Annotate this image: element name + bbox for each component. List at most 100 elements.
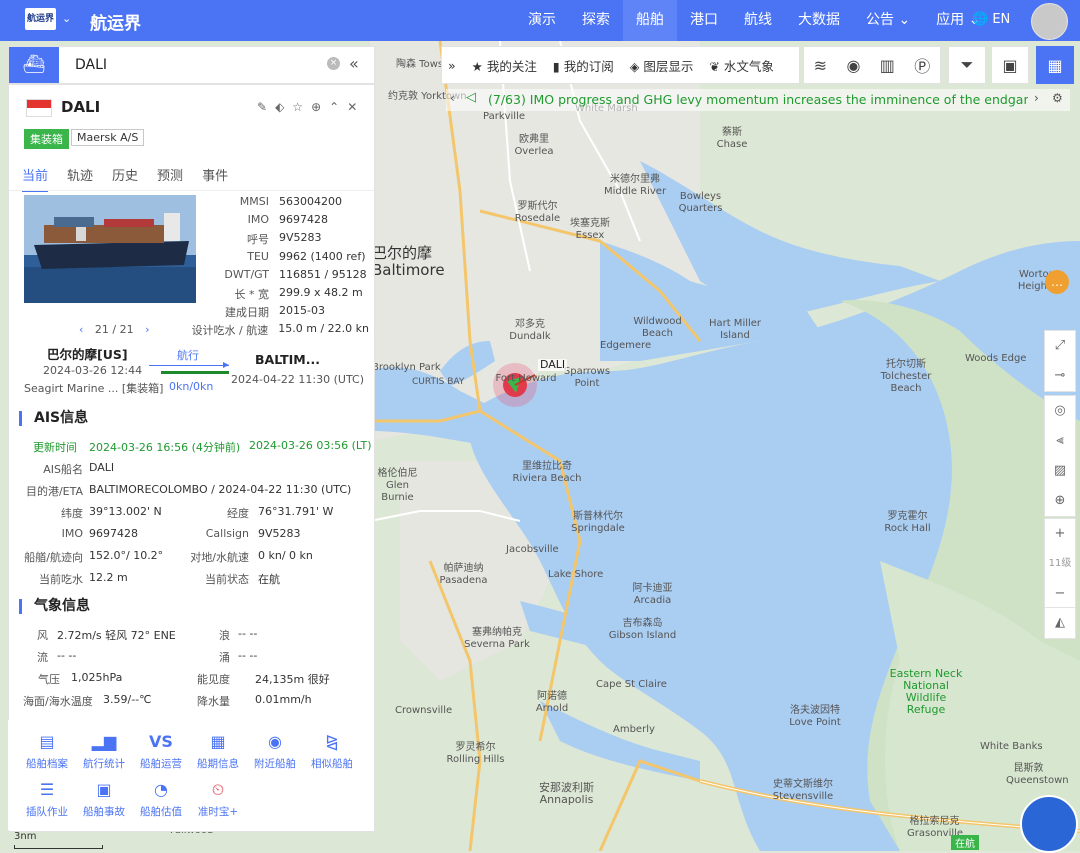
map-icon[interactable]: ▥ bbox=[880, 56, 895, 75]
nav-item-ports[interactable]: 港口 bbox=[677, 0, 731, 41]
record-icon[interactable]: ◉ bbox=[846, 56, 860, 75]
action-ship-accidents[interactable]: ▣ 船舶事故 bbox=[75, 780, 133, 819]
zoom-level: 11级 bbox=[1048, 558, 1072, 569]
map-label: 欧弗里 Overlea bbox=[514, 134, 554, 157]
map-label: 米德尔里弗 Middle River bbox=[603, 174, 667, 197]
action-nearby-ships[interactable]: ◉ 附近船舶 bbox=[246, 732, 304, 771]
briefcase-icon: ▣ bbox=[1002, 55, 1018, 75]
hydro-weather-button[interactable]: ❦ 水文气象 bbox=[701, 56, 781, 75]
weather-section-title: 气象信息 bbox=[19, 599, 90, 614]
nav-item-explore[interactable]: 探索 bbox=[569, 0, 623, 41]
map-label: 罗克霍尔 Rock Hall bbox=[884, 511, 931, 534]
voyage-status: 航行 bbox=[177, 349, 199, 362]
owner-badge[interactable]: Maersk A/S bbox=[71, 129, 145, 146]
toolbox-button[interactable]: ▣ bbox=[991, 46, 1029, 84]
ship-icon[interactable]: ⛴ bbox=[9, 47, 59, 83]
ship-photo[interactable] bbox=[24, 195, 196, 303]
ruler-icon[interactable]: ⫷ bbox=[1056, 426, 1063, 456]
stack-icon[interactable]: ◭ bbox=[1055, 608, 1065, 638]
chat-icon[interactable]: … bbox=[1045, 270, 1069, 294]
action-ship-archive[interactable]: ▤ 船舶档案 bbox=[18, 732, 76, 771]
avatar[interactable] bbox=[1031, 3, 1068, 40]
nav-item-bigdata[interactable]: 大数据 bbox=[785, 0, 853, 41]
map-tools-group: ≋ ◉ ▥ Ⓟ bbox=[803, 46, 941, 84]
news-ticker[interactable]: ‹ ◁ (7/63) IMO progress and GHG levy mom… bbox=[446, 89, 1070, 111]
parking-icon[interactable]: Ⓟ bbox=[914, 53, 930, 77]
destination-port[interactable]: BALTIM... bbox=[255, 352, 320, 367]
action-queue-ops[interactable]: ☰ 插队作业 bbox=[18, 780, 76, 819]
locate-icon[interactable]: ⊕ bbox=[311, 100, 321, 114]
ship-tabs: 当前 轨迹 历史 预测 事件 bbox=[22, 165, 247, 192]
bar-chart-icon: ▂▆ bbox=[91, 732, 117, 751]
ship-type-badge: 集装箱 bbox=[24, 129, 69, 149]
compass-icon: ◉ bbox=[268, 732, 282, 751]
tab-events[interactable]: 事件 bbox=[202, 165, 228, 192]
ais-row: 当前吃水 12.2 m 当前状态 在航 bbox=[39, 571, 280, 586]
spec-row: 长 * 宽 299.9 x 48.2 m bbox=[234, 285, 363, 301]
app-logo[interactable]: 航运界 bbox=[25, 8, 56, 30]
map-label: 罗斯代尔 Rosedale bbox=[514, 201, 561, 224]
tab-forecast[interactable]: 预测 bbox=[157, 165, 183, 192]
tab-track[interactable]: 轨迹 bbox=[67, 165, 93, 192]
spec-row: 设计吃水 / 航速 15.0 m / 22.0 kn bbox=[191, 322, 369, 338]
origin-time: 2024-03-26 12:44 bbox=[43, 364, 143, 377]
panda-mascot-icon[interactable] bbox=[1020, 795, 1078, 853]
nav-item-ships[interactable]: 船舶 bbox=[623, 0, 677, 41]
tab-current[interactable]: 当前 bbox=[22, 165, 49, 192]
close-icon[interactable]: ✕ bbox=[347, 100, 357, 114]
ticker-text[interactable]: (7/63) IMO progress and GHG levy momentu… bbox=[488, 92, 1028, 107]
map-label: 托尔切斯 Tolchester Beach bbox=[880, 359, 932, 394]
action-similar-ships[interactable]: ⧎ 相似船舶 bbox=[303, 732, 361, 771]
search-input[interactable] bbox=[73, 47, 317, 83]
filter-button[interactable]: ⏷ bbox=[948, 46, 986, 84]
map-label: White Banks bbox=[980, 741, 1043, 752]
action-on-time-plus[interactable]: ⏲ 准时宝+ bbox=[189, 780, 247, 819]
locate-icon[interactable]: ⊕ bbox=[1055, 486, 1066, 516]
action-ship-valuation[interactable]: ◔ 船舶估值 bbox=[132, 780, 190, 819]
tag-icon[interactable]: ⬖ bbox=[275, 100, 284, 114]
map-view-tools: ⤢ ⊸ bbox=[1044, 330, 1076, 392]
app-title: 航运界 bbox=[90, 14, 141, 34]
ship-map-label[interactable]: DALI bbox=[538, 359, 568, 371]
nav-item-routes[interactable]: 航线 bbox=[731, 0, 785, 41]
zoom-in-button[interactable]: + bbox=[1055, 519, 1066, 549]
expand-icon[interactable]: » bbox=[442, 58, 464, 73]
bookmark-icon: ▮ bbox=[552, 58, 560, 74]
next-photo-icon[interactable]: › bbox=[145, 323, 149, 336]
vs-icon: VS bbox=[149, 732, 173, 751]
action-schedule-info[interactable]: ▦ 船期信息 bbox=[189, 732, 247, 771]
origin-port[interactable]: 巴尔的摩[US] bbox=[47, 344, 128, 363]
star-icon[interactable]: ☆ bbox=[292, 100, 303, 114]
edit-icon[interactable]: ✎ bbox=[257, 100, 267, 114]
weather-row: 海面/海水温度 3.59/--℃ 降水量 0.01mm/h bbox=[23, 693, 312, 708]
nav-item-announcements[interactable]: 公告 ⌄ bbox=[853, 0, 923, 41]
my-follow-button[interactable]: ★ 我的关注 bbox=[464, 56, 545, 75]
tab-history[interactable]: 历史 bbox=[112, 165, 138, 192]
panel-header-actions: ✎ ⬖ ☆ ⊕ ⌃ ✕ bbox=[257, 100, 357, 114]
prev-photo-icon[interactable]: ‹ bbox=[79, 323, 83, 336]
language-switch[interactable]: 🌐 EN bbox=[972, 12, 1010, 27]
next-icon[interactable]: › bbox=[1034, 91, 1039, 105]
map-label: Parkville bbox=[483, 111, 526, 122]
center-icon[interactable]: ⊸ bbox=[1055, 361, 1066, 391]
action-voyage-stats[interactable]: ▂▆ 航行统计 bbox=[75, 732, 133, 771]
spec-row: 建成日期 2015-03 bbox=[225, 304, 325, 320]
collapse-icon[interactable]: ⌃ bbox=[329, 100, 339, 114]
area-icon[interactable]: ▨ bbox=[1054, 456, 1066, 486]
ship-grid-button[interactable]: ▦ bbox=[1036, 46, 1074, 84]
collapse-panel-icon[interactable]: « bbox=[349, 54, 359, 73]
nav-item-demo[interactable]: 演示 bbox=[515, 0, 569, 41]
fullscreen-icon[interactable]: ⤢ bbox=[1055, 331, 1065, 361]
wind-icon[interactable]: ≋ bbox=[814, 56, 827, 75]
target-icon[interactable]: ◎ bbox=[1054, 396, 1065, 426]
settings-icon[interactable]: ⚙ bbox=[1052, 91, 1063, 105]
prev-icon[interactable]: ‹ bbox=[450, 91, 455, 105]
map-label: Hart Miller Island bbox=[708, 318, 762, 341]
zoom-out-button[interactable]: − bbox=[1055, 579, 1066, 609]
map-label: 阿卡迪亚 Arcadia bbox=[632, 583, 673, 606]
layers-button[interactable]: ◈ 图层显示 bbox=[622, 56, 702, 75]
my-subscribe-button[interactable]: ▮ 我的订阅 bbox=[545, 56, 622, 75]
chevron-down-icon[interactable]: ⌄ bbox=[62, 12, 71, 25]
clear-icon[interactable]: × bbox=[327, 57, 340, 70]
action-ship-operations[interactable]: VS 船舶运营 bbox=[132, 732, 190, 771]
